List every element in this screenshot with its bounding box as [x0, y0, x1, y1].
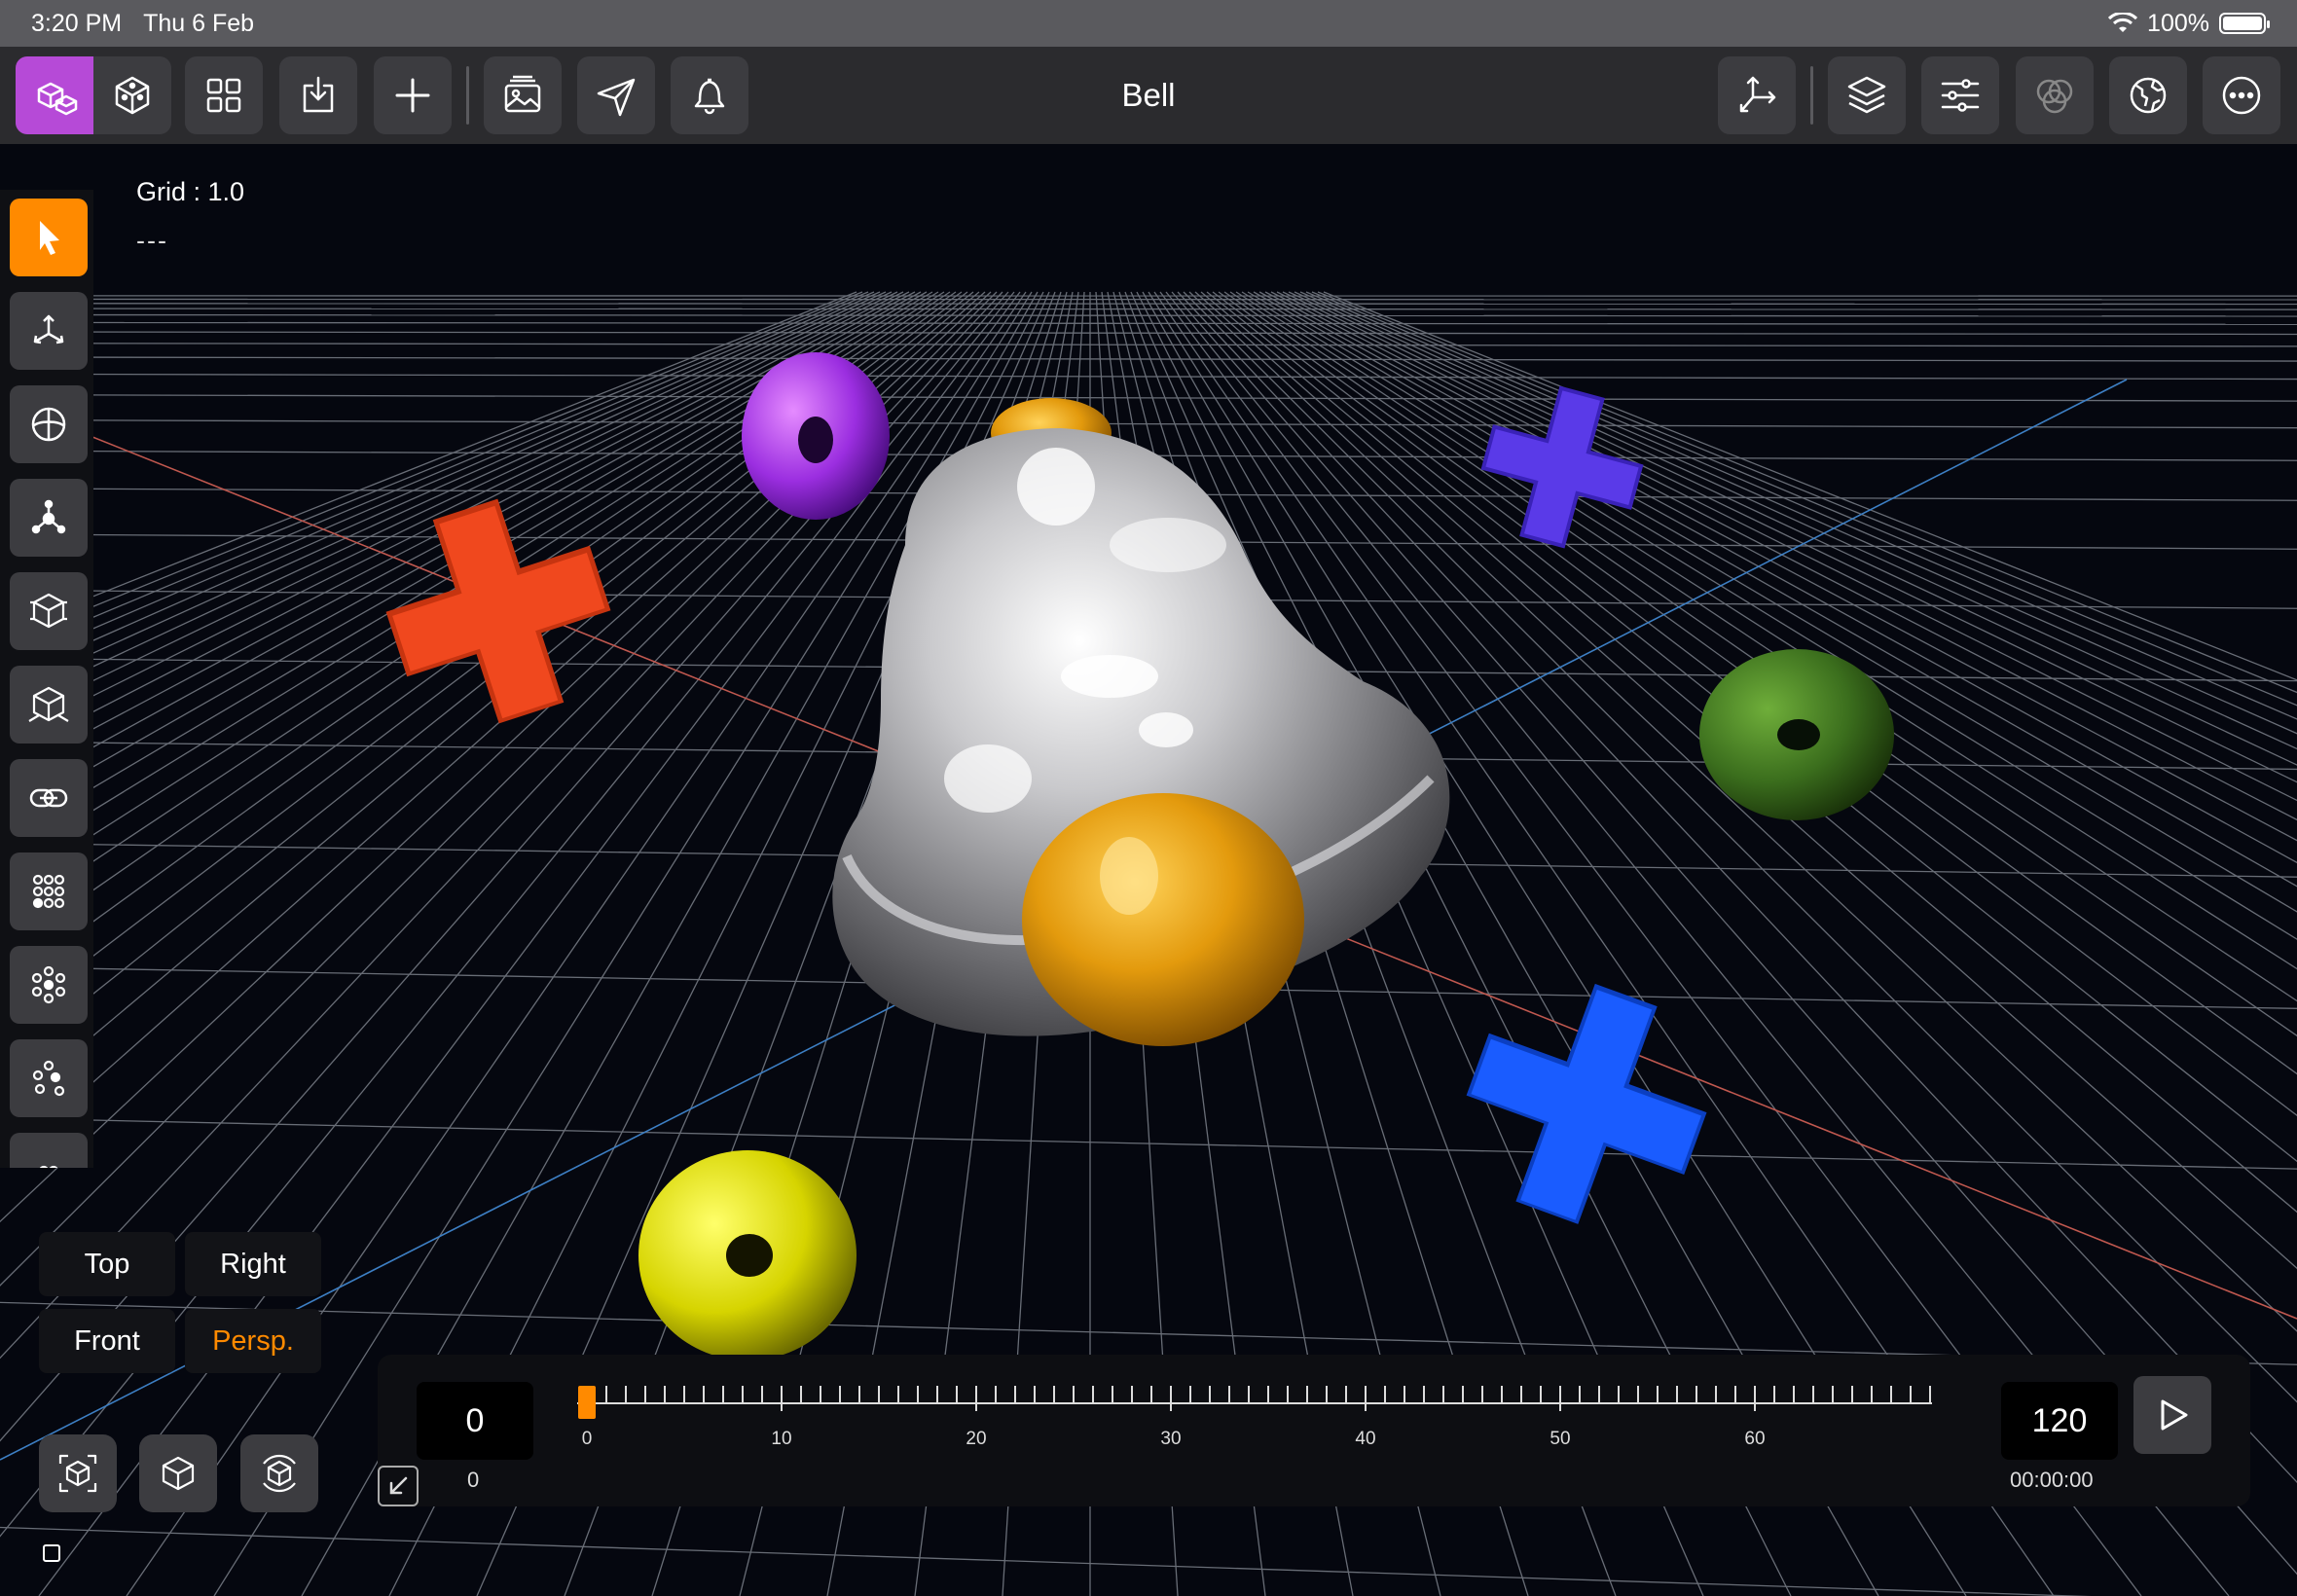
grid-view-icon — [206, 78, 241, 113]
materials-icon — [2036, 79, 2073, 114]
collapse-timeline-button[interactable] — [378, 1466, 419, 1506]
playhead[interactable] — [578, 1386, 596, 1419]
timeline-tick-label: 30 — [1160, 1429, 1181, 1449]
adjustments-button[interactable] — [1921, 56, 1999, 134]
more-icon — [2222, 76, 2261, 115]
blue-cross[interactable] — [1439, 956, 1735, 1252]
more-button[interactable] — [2203, 56, 2280, 134]
collapse-icon — [389, 1476, 408, 1495]
add-button[interactable] — [374, 56, 452, 134]
toolbar-separator — [466, 66, 469, 125]
object-mode-icon[interactable] — [16, 56, 93, 134]
toggle-checkbox[interactable] — [43, 1544, 60, 1562]
rotate-tool-button[interactable] — [10, 385, 88, 463]
link-tool-icon — [29, 788, 68, 808]
materials-button[interactable] — [2016, 56, 2094, 134]
battery-icon — [2219, 13, 2270, 34]
grid-view-button[interactable] — [185, 56, 263, 134]
box-tool-icon — [30, 593, 67, 629]
path-array-button[interactable] — [10, 1133, 88, 1168]
select-tool-icon — [40, 221, 59, 255]
status-date: Thu 6 Feb — [143, 9, 255, 37]
rotate-tool-icon — [31, 407, 66, 442]
start-frame-field[interactable]: 0 — [417, 1382, 533, 1460]
timeline-tick-label: 40 — [1355, 1429, 1375, 1449]
grid-size-label: Grid : 1.0 — [136, 177, 245, 206]
orbit-object-icon — [263, 1454, 296, 1493]
move-tool-icon — [33, 314, 64, 345]
add-icon — [395, 78, 430, 113]
scatter-icon — [32, 1060, 65, 1097]
share-button[interactable] — [577, 56, 655, 134]
transform-icon — [1739, 76, 1776, 113]
cube-tool-button[interactable] — [10, 666, 88, 744]
document-title[interactable]: Bell — [1051, 47, 1246, 144]
transform-button[interactable] — [1718, 56, 1796, 134]
select-tool-button[interactable] — [10, 199, 88, 276]
timeline-tick-label: 0 — [582, 1429, 593, 1449]
toolbar-separator — [1810, 66, 1813, 125]
wifi-icon — [2108, 13, 2138, 32]
move-tool-button[interactable] — [10, 292, 88, 370]
radial-array-icon — [31, 965, 66, 1004]
view-perspective-button[interactable]: Persp. — [185, 1309, 321, 1373]
bell-scene-button[interactable] — [671, 56, 748, 134]
environment-button[interactable] — [2109, 56, 2187, 134]
gallery-icon — [504, 75, 541, 113]
mesh-mode-icon[interactable] — [93, 56, 171, 134]
view-right-button[interactable]: Right — [185, 1232, 321, 1296]
array-tool-icon — [32, 874, 65, 909]
status-time: 3:20 PM — [31, 9, 123, 37]
scatter-button[interactable] — [10, 1039, 88, 1117]
layers-button[interactable] — [1828, 56, 1906, 134]
orbit-object-button[interactable] — [240, 1434, 318, 1512]
focus-object-button[interactable] — [139, 1434, 217, 1512]
yellow-torus[interactable] — [638, 1150, 857, 1360]
environment-icon — [2130, 77, 2167, 114]
share-icon — [597, 78, 636, 117]
status-bar: 3:20 PM Thu 6 Feb 100% — [0, 0, 2297, 47]
bell-scene-icon — [694, 78, 725, 115]
path-array-icon — [39, 1165, 58, 1168]
current-frame-label: 0 — [467, 1468, 480, 1492]
timeline-tick-label: 50 — [1550, 1429, 1570, 1449]
selection-label: --- — [136, 226, 168, 255]
gallery-button[interactable] — [484, 56, 562, 134]
view-front-button[interactable]: Front — [39, 1309, 175, 1373]
link-tool-button[interactable] — [10, 759, 88, 837]
purple-torus[interactable] — [742, 352, 890, 520]
focus-object-icon — [162, 1456, 195, 1491]
status-right: 100% — [2108, 9, 2270, 38]
layers-icon — [1847, 76, 1886, 114]
vertex-tool-button[interactable] — [10, 479, 88, 557]
timeline-panel: 0 0 010203040506070 120 00:00:00 — [378, 1355, 2250, 1506]
timeline-tick-label: 60 — [1744, 1429, 1765, 1449]
frame-all-icon — [58, 1454, 97, 1493]
battery-percent: 100% — [2147, 9, 2209, 37]
frame-all-button[interactable] — [39, 1434, 117, 1512]
array-tool-button[interactable] — [10, 852, 88, 930]
tool-palette — [0, 190, 93, 1168]
box-tool-button[interactable] — [10, 572, 88, 650]
timecode-label: 00:00:00 — [2010, 1468, 2094, 1492]
radial-array-button[interactable] — [10, 946, 88, 1024]
import-icon — [303, 76, 334, 113]
view-top-button[interactable]: Top — [39, 1232, 175, 1296]
timeline-tick-label: 10 — [771, 1429, 791, 1449]
timeline-tick-label: 20 — [966, 1429, 986, 1449]
top-toolbar: Bell — [0, 47, 2297, 144]
adjustments-icon — [1941, 79, 1980, 112]
vertex-tool-icon — [31, 499, 66, 534]
timeline-ruler[interactable]: 010203040506070 — [577, 1384, 1932, 1462]
green-torus[interactable] — [1699, 649, 1894, 820]
play-button[interactable] — [2133, 1376, 2211, 1454]
cube-tool-icon — [28, 686, 69, 722]
mode-segment — [16, 56, 171, 134]
end-frame-field[interactable]: 120 — [2001, 1382, 2118, 1460]
play-icon — [2161, 1399, 2188, 1431]
import-button[interactable] — [279, 56, 357, 134]
